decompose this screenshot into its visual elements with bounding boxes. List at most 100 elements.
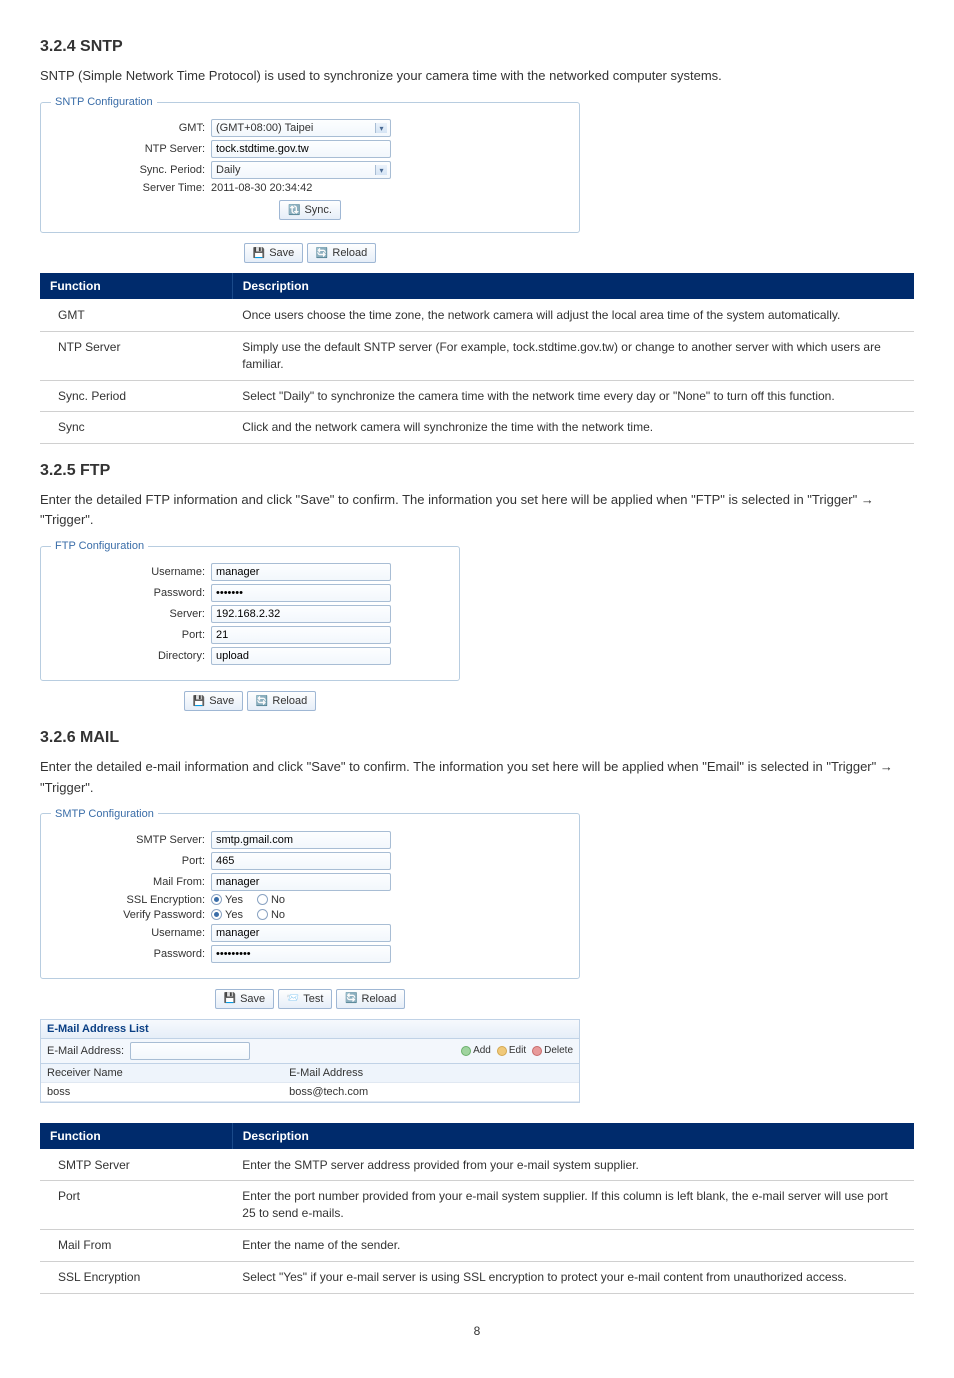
th-function: Function (40, 273, 232, 300)
email-address-list: E-Mail Address List E-Mail Address: Add … (40, 1019, 580, 1103)
email-address-label: E-Mail Address: (47, 1045, 124, 1057)
cell-desc: Simply use the default SNTP server (For … (232, 331, 914, 380)
cell-desc: Click and the network camera will synchr… (232, 412, 914, 444)
label-ftp-server: Server: (51, 608, 211, 620)
save-button-label: Save (269, 247, 294, 259)
label-verify: Verify Password: (51, 909, 211, 921)
chevron-down-icon: ▾ (375, 165, 387, 175)
radio-verify-yes[interactable] (211, 909, 222, 920)
cell-receiver-name: boss (41, 1083, 283, 1101)
delete-label: Delete (544, 1045, 573, 1056)
email-list-title: E-Mail Address List (41, 1020, 579, 1039)
test-button-label: Test (303, 993, 323, 1005)
mail-desc-table: Function Description SMTP ServerEnter th… (40, 1123, 914, 1294)
sntp-intro: SNTP (Simple Network Time Protocol) is u… (40, 66, 914, 86)
label-smtp-server: SMTP Server: (51, 834, 211, 846)
add-icon (461, 1046, 471, 1056)
cell-func: Sync (40, 412, 232, 444)
input-smtp-user[interactable] (211, 924, 391, 942)
label-ssl: SSL Encryption: (51, 894, 211, 906)
sync-button[interactable]: Sync. (279, 200, 341, 220)
save-button[interactable]: Save (184, 691, 244, 711)
reload-button-label: Reload (272, 695, 307, 707)
input-ftp-port[interactable] (211, 626, 391, 644)
cell-func: SMTP Server (40, 1149, 232, 1181)
save-icon (224, 993, 236, 1004)
input-smtp-pass[interactable] (211, 945, 391, 963)
input-ntp-server[interactable] (211, 140, 391, 158)
cell-func: GMT (40, 300, 232, 332)
reload-button[interactable]: Reload (247, 691, 316, 711)
save-button[interactable]: Save (215, 989, 275, 1009)
label-ftp-port: Port: (51, 629, 211, 641)
mail-intro: Enter the detailed e-mail information an… (40, 757, 914, 797)
label-mail-from: Mail From: (51, 876, 211, 888)
delete-button[interactable]: Delete (532, 1045, 573, 1056)
cell-func: SSL Encryption (40, 1261, 232, 1293)
radio-ssl-yes-label: Yes (225, 894, 243, 906)
edit-label: Edit (509, 1045, 526, 1056)
table-row: GMTOnce users choose the time zone, the … (40, 300, 914, 332)
input-ftp-pass[interactable] (211, 584, 391, 602)
label-smtp-port: Port: (51, 855, 211, 867)
save-button[interactable]: Save (244, 243, 304, 263)
cell-func: Mail From (40, 1230, 232, 1262)
radio-verify-no-label: No (271, 909, 285, 921)
label-ntp: NTP Server: (51, 143, 211, 155)
save-button-label: Save (240, 993, 265, 1005)
cell-func: Port (40, 1181, 232, 1230)
cell-desc: Select "Yes" if your e-mail server is us… (232, 1261, 914, 1293)
reload-button[interactable]: Reload (307, 243, 376, 263)
cell-desc: Enter the name of the sender. (232, 1230, 914, 1262)
label-ftp-pass: Password: (51, 587, 211, 599)
input-ftp-user[interactable] (211, 563, 391, 581)
radio-verify-yes-label: Yes (225, 909, 243, 921)
reload-icon (345, 993, 357, 1004)
select-gmt[interactable]: (GMT+08:00) Taipei ▾ (211, 119, 391, 137)
table-row: SyncClick and the network camera will sy… (40, 412, 914, 444)
col-receiver-name: Receiver Name (41, 1064, 283, 1082)
cell-desc: Select "Daily" to synchronize the camera… (232, 380, 914, 412)
add-label: Add (473, 1045, 491, 1056)
label-server-time: Server Time: (51, 182, 211, 194)
input-email-address[interactable] (130, 1042, 250, 1060)
smtp-legend: SMTP Configuration (51, 808, 158, 820)
add-button[interactable]: Add (461, 1045, 491, 1056)
select-sync-period-value: Daily (216, 164, 240, 176)
server-time-value: 2011-08-30 20:34:42 (211, 182, 312, 194)
reload-button-label: Reload (332, 247, 367, 259)
ftp-heading: 3.2.5 FTP (40, 462, 914, 480)
ftp-intro: Enter the detailed FTP information and c… (40, 490, 914, 530)
chevron-down-icon: ▾ (375, 123, 387, 133)
radio-ssl-no[interactable] (257, 894, 268, 905)
cell-desc: Enter the SMTP server address provided f… (232, 1149, 914, 1181)
label-smtp-pass: Password: (51, 948, 211, 960)
input-ftp-server[interactable] (211, 605, 391, 623)
select-gmt-value: (GMT+08:00) Taipei (216, 122, 313, 134)
input-mail-from[interactable] (211, 873, 391, 891)
reload-icon (316, 248, 328, 259)
page-number: 8 (40, 1324, 914, 1338)
input-ftp-dir[interactable] (211, 647, 391, 665)
sync-button-label: Sync. (304, 204, 332, 216)
radio-ssl-no-label: No (271, 894, 285, 906)
sntp-fieldset: SNTP Configuration GMT: (GMT+08:00) Taip… (40, 96, 580, 233)
input-smtp-port[interactable] (211, 852, 391, 870)
radio-verify-no[interactable] (257, 909, 268, 920)
table-row: PortEnter the port number provided from … (40, 1181, 914, 1230)
mail-icon (287, 993, 299, 1004)
radio-ssl-yes[interactable] (211, 894, 222, 905)
label-sync-period: Sync. Period: (51, 164, 211, 176)
save-icon (253, 248, 265, 259)
reload-button[interactable]: Reload (336, 989, 405, 1009)
select-sync-period[interactable]: Daily ▾ (211, 161, 391, 179)
label-ftp-dir: Directory: (51, 650, 211, 662)
list-item[interactable]: boss boss@tech.com (41, 1083, 579, 1102)
save-icon (193, 696, 205, 707)
reload-button-label: Reload (362, 993, 397, 1005)
table-row: SMTP ServerEnter the SMTP server address… (40, 1149, 914, 1181)
input-smtp-server[interactable] (211, 831, 391, 849)
test-button[interactable]: Test (278, 989, 333, 1009)
label-smtp-user: Username: (51, 927, 211, 939)
edit-button[interactable]: Edit (497, 1045, 526, 1056)
